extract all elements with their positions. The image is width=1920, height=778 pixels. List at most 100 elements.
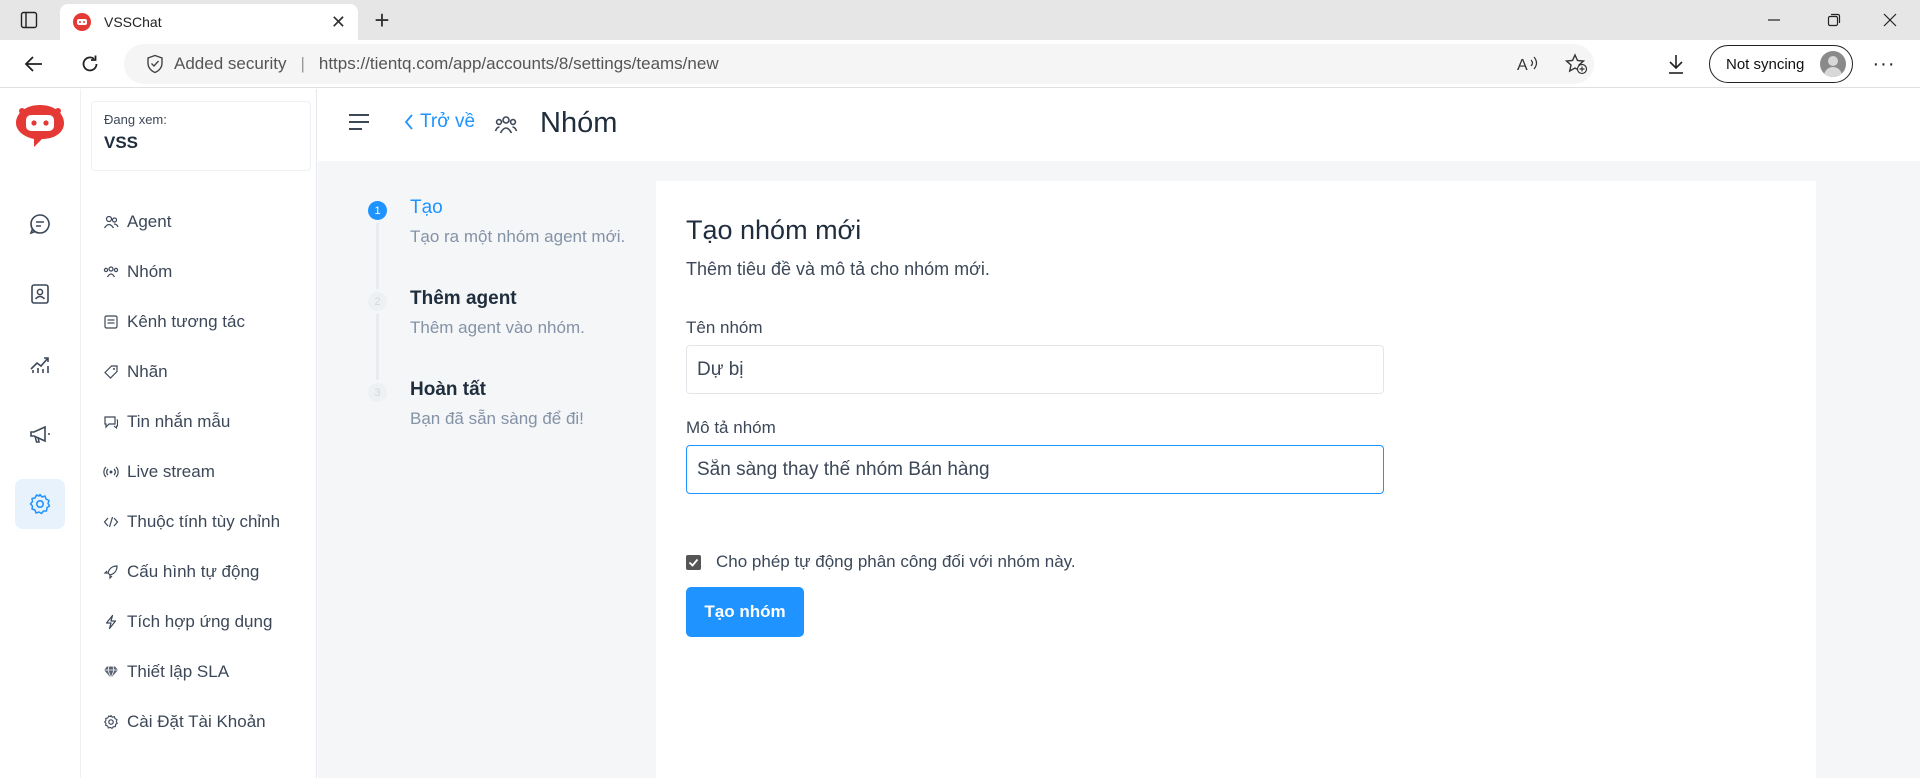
main-content: Trở về Nhóm 1 Tạo Tạo ra một nhóm agent … (318, 89, 1920, 778)
tab-actions-icon[interactable] (14, 8, 44, 32)
address-bar-icons: A (1516, 44, 1594, 84)
back-arrow-icon[interactable] (18, 48, 50, 80)
form-subheading: Thêm tiêu đề và mô tả cho nhóm mới. (686, 259, 990, 279)
auto-assign-label: Cho phép tự động phân công đối với nhóm … (716, 552, 1076, 571)
create-team-button[interactable]: Tạo nhóm (686, 587, 804, 637)
tag-icon (104, 365, 118, 379)
more-options-icon[interactable]: ··· (1868, 48, 1900, 80)
sync-label: Not syncing (1726, 55, 1805, 73)
vsschat-logo-icon[interactable] (12, 101, 68, 149)
agents-icon (103, 215, 119, 229)
step-connector (376, 314, 379, 380)
diamond-icon (104, 666, 118, 680)
menu-toggle-icon[interactable] (348, 113, 370, 136)
gear-icon (104, 714, 118, 729)
sidebar-item-label: Nhãn (127, 362, 168, 381)
step-title: Tạo (410, 197, 443, 218)
url-text: https://tientq.com/app/accounts/8/settin… (318, 54, 719, 73)
page-title: Nhóm (540, 107, 618, 139)
app-root: Đang xem: VSS Agent Nhóm Kênh tương tác … (0, 89, 1920, 778)
step-number: 2 (368, 292, 387, 311)
auto-assign-option[interactable]: Cho phép tự động phân công đối với nhóm … (686, 552, 1076, 572)
svg-text:A: A (1517, 57, 1528, 74)
window-close-icon[interactable] (1862, 0, 1918, 40)
step-number: 3 (368, 383, 387, 402)
vsschat-favicon-icon (73, 13, 91, 31)
account-name: VSS (104, 133, 139, 152)
code-icon (103, 516, 119, 528)
sidebar-item-agents[interactable]: Agent (103, 197, 280, 247)
profile-avatar (1820, 51, 1846, 77)
sidebar-item-label: Nhóm (127, 262, 173, 281)
security-label: Added security (174, 54, 287, 73)
sidebar-item-label: Thiết lập SLA (127, 662, 230, 681)
read-aloud-icon[interactable]: A (1516, 54, 1540, 74)
teams-icon (103, 266, 119, 278)
sidebar-item-label: Tin nhắn mẫu (127, 412, 231, 431)
step-title: Hoàn tất (410, 379, 486, 400)
browser-tab-bar: VSSChat ✕ + (0, 0, 1920, 40)
sidebar-item-label: Agent (127, 212, 172, 231)
campaigns-megaphone-icon[interactable] (15, 409, 65, 459)
wizard-step-add-agents: 2 Thêm agent Thêm agent vào nhóm. (368, 288, 638, 380)
contacts-icon[interactable] (15, 269, 65, 319)
sidebar-item-label: Kênh tương tác (127, 312, 245, 331)
team-name-label: Tên nhóm (686, 318, 763, 337)
sidebar-item-custom-attributes[interactable]: Thuộc tính tùy chỉnh (103, 497, 280, 547)
download-icon[interactable] (1660, 48, 1692, 80)
new-tab-icon[interactable]: + (368, 5, 396, 35)
team-description-input[interactable] (686, 445, 1384, 494)
restore-icon[interactable] (1806, 0, 1862, 40)
sidebar-item-integrations[interactable]: Tích hợp ứng dụng (103, 597, 280, 647)
flash-icon (105, 614, 117, 630)
sidebar-item-label: Thuộc tính tùy chỉnh (127, 512, 281, 531)
step-number: 1 (368, 201, 387, 220)
browser-toolbar: Added security | https://tientq.com/app/… (0, 40, 1920, 88)
profile-sync-button[interactable]: Not syncing (1709, 45, 1853, 83)
team-name-input[interactable] (686, 345, 1384, 394)
settings-sidebar: Đang xem: VSS Agent Nhóm Kênh tương tác … (81, 89, 317, 778)
create-team-form: Tạo nhóm mới Thêm tiêu đề và mô tả cho n… (656, 181, 1816, 778)
sidebar-item-canned-responses[interactable]: Tin nhắn mẫu (103, 397, 280, 447)
browser-tab-active[interactable]: VSSChat ✕ (60, 4, 358, 40)
broadcast-icon (103, 466, 119, 478)
sidebar-item-sla[interactable]: Thiết lập SLA (103, 647, 280, 697)
wizard-steps: 1 Tạo Tạo ra một nhóm agent mới. 2 Thêm … (368, 197, 638, 470)
shield-check-icon (147, 54, 163, 74)
sidebar-item-labels[interactable]: Nhãn (103, 347, 280, 397)
chevron-left-icon (404, 114, 413, 130)
favorite-add-icon[interactable] (1564, 53, 1588, 75)
tab-close-icon[interactable]: ✕ (331, 12, 346, 33)
sidebar-item-label: Live stream (127, 462, 215, 481)
sidebar-item-live-stream[interactable]: Live stream (103, 447, 280, 497)
step-description: Tạo ra một nhóm agent mới. (410, 227, 626, 246)
teams-icon (494, 113, 518, 142)
sidebar-item-label: Cấu hình tự động (127, 562, 260, 581)
sidebar-item-inboxes[interactable]: Kênh tương tác (103, 297, 280, 347)
page-header: Trở về Nhóm (318, 89, 1920, 161)
chat-icon (104, 416, 119, 430)
form-heading: Tạo nhóm mới (686, 215, 862, 245)
wizard-step-create: 1 Tạo Tạo ra một nhóm agent mới. (368, 197, 638, 289)
sidebar-item-label: Tích hợp ứng dụng (127, 612, 273, 631)
back-link[interactable]: Trở về (404, 111, 475, 133)
primary-nav-rail (0, 89, 81, 778)
auto-assign-checkbox[interactable] (686, 554, 701, 570)
inbox-icon (104, 315, 118, 329)
settings-gear-icon[interactable] (15, 479, 65, 529)
minimize-icon[interactable] (1746, 0, 1802, 40)
step-title: Thêm agent (410, 288, 517, 309)
account-switcher[interactable]: Đang xem: VSS (91, 101, 311, 171)
refresh-icon[interactable] (74, 48, 106, 80)
step-description: Bạn đã sẵn sàng để đi! (410, 409, 584, 428)
reports-icon[interactable] (15, 339, 65, 389)
account-viewing-label: Đang xem: (104, 112, 167, 127)
address-separator: | (300, 54, 305, 73)
conversations-icon[interactable] (15, 199, 65, 249)
wizard-step-finish: 3 Hoàn tất Bạn đã sẵn sàng để đi! (368, 379, 638, 470)
settings-menu: Agent Nhóm Kênh tương tác Nhãn Tin nhắn … (103, 197, 280, 747)
sidebar-item-account-settings[interactable]: Cài Đặt Tài Khoản (103, 697, 280, 747)
sidebar-item-teams[interactable]: Nhóm (103, 247, 280, 297)
address-bar[interactable]: Added security | https://tientq.com/app/… (124, 44, 1594, 84)
sidebar-item-automation[interactable]: Cấu hình tự động (103, 547, 280, 597)
